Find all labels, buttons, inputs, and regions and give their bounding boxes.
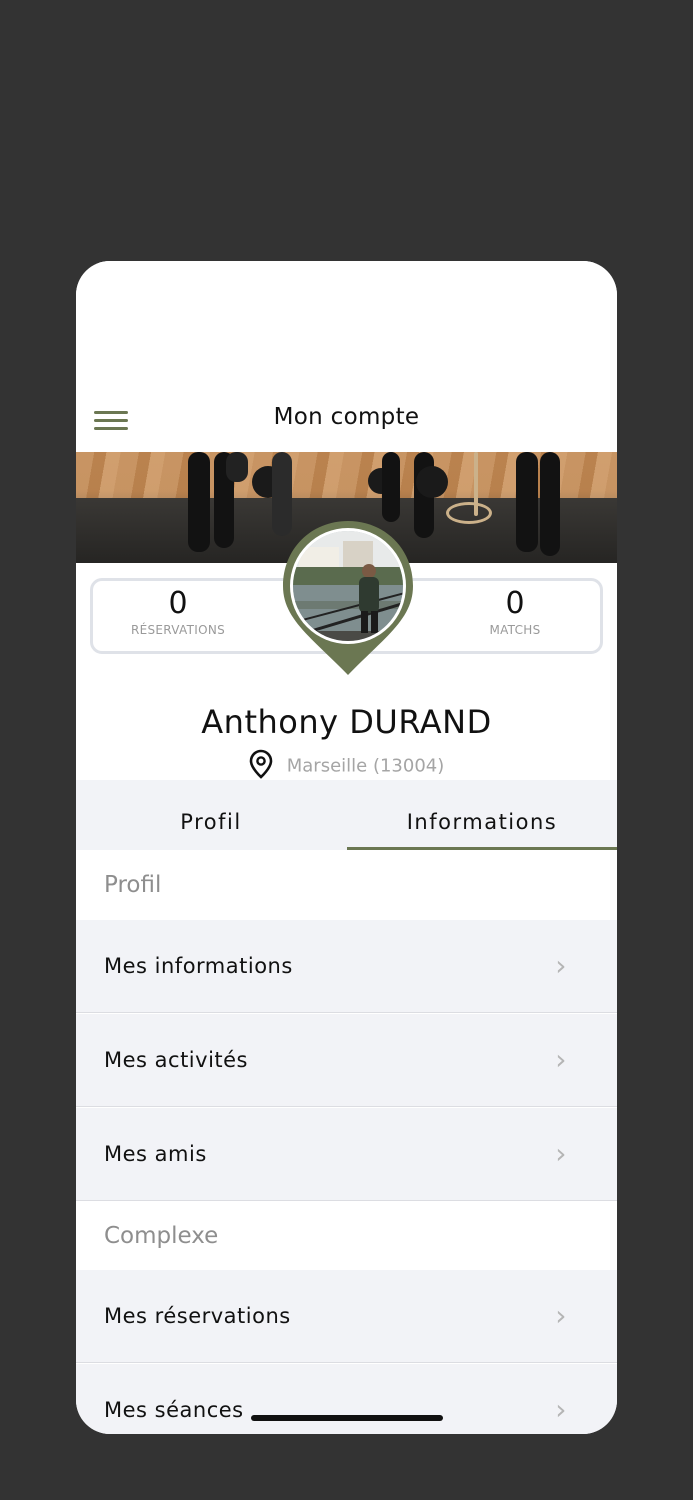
- menu-item-mes-seances[interactable]: Mes séances ›: [76, 1364, 617, 1434]
- profile-tabs: Profil Informations: [76, 780, 617, 850]
- reservations-count: 0: [168, 586, 188, 621]
- matches-count: 0: [505, 586, 525, 621]
- matches-stat: 0 MATCHS: [430, 586, 600, 638]
- menu-item-mes-activites[interactable]: Mes activités ›: [76, 1014, 617, 1107]
- menu-item-mes-informations[interactable]: Mes informations ›: [76, 920, 617, 1013]
- phone-screen: Mon compte 0 RÉSERVATIONS 0 MATCHS Antho…: [76, 261, 617, 1434]
- page-title: Mon compte: [273, 404, 420, 430]
- chevron-right-icon: ›: [555, 1299, 567, 1332]
- reservations-label: RÉSERVATIONS: [130, 623, 226, 637]
- chevron-right-icon: ›: [555, 1043, 567, 1076]
- user-location: Marseille (13004): [76, 749, 617, 784]
- section-header-profil: Profil: [76, 850, 617, 920]
- home-indicator[interactable]: [251, 1415, 443, 1421]
- menu-item-mes-reservations[interactable]: Mes réservations ›: [76, 1270, 617, 1363]
- avatar[interactable]: [281, 519, 415, 679]
- menu-item-label: Mes réservations: [104, 1304, 291, 1328]
- location-text: Marseille (13004): [286, 755, 445, 777]
- chevron-right-icon: ›: [555, 1393, 567, 1426]
- matches-label: MATCHS: [489, 623, 541, 637]
- reservations-stat: 0 RÉSERVATIONS: [93, 586, 263, 638]
- menu-item-label: Mes informations: [104, 954, 293, 978]
- location-pin-icon: [249, 749, 273, 784]
- user-name: Anthony DURAND: [201, 703, 492, 741]
- tab-profil[interactable]: Profil: [76, 780, 346, 850]
- tab-informations[interactable]: Informations: [347, 780, 617, 850]
- menu-item-label: Mes séances: [104, 1398, 244, 1422]
- chevron-right-icon: ›: [555, 949, 567, 982]
- menu-item-label: Mes amis: [104, 1142, 207, 1166]
- menu-item-mes-amis[interactable]: Mes amis ›: [76, 1108, 617, 1201]
- menu-item-label: Mes activités: [104, 1048, 248, 1072]
- chevron-right-icon: ›: [555, 1137, 567, 1170]
- section-header-complexe: Complexe: [76, 1201, 617, 1271]
- app-header: Mon compte: [76, 261, 617, 452]
